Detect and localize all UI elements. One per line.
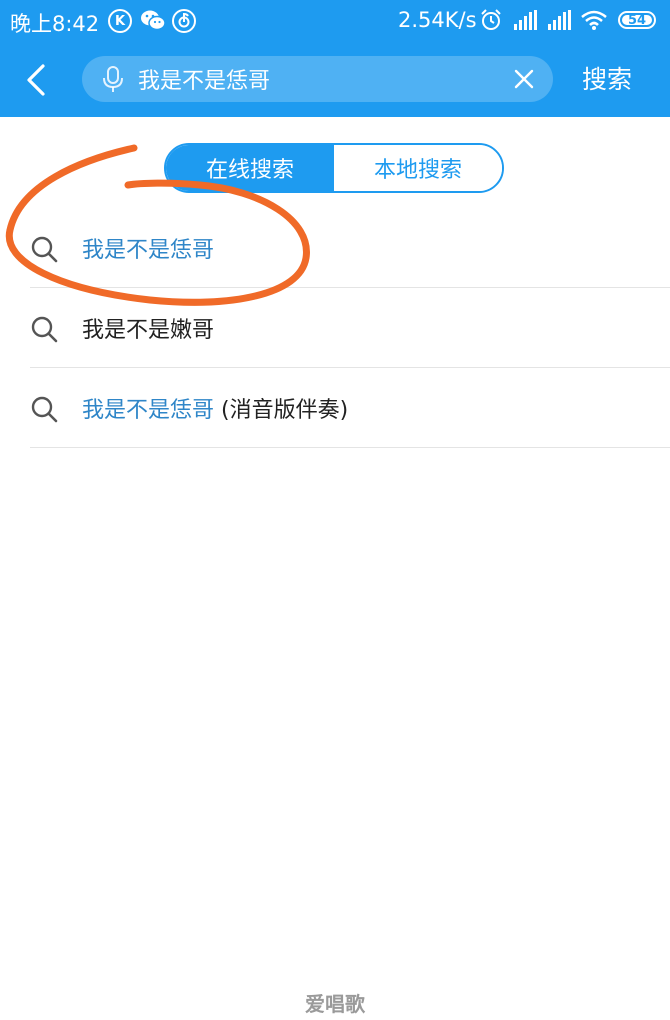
search-button[interactable]: 搜索 [582,60,632,100]
chevron-left-icon [27,64,45,96]
signal-icon [514,10,537,30]
search-scope-tabs: 在线搜索 本地搜索 [164,143,504,193]
search-box [82,56,553,102]
top-app-bar: 晚上8:42 K 2.54K/s 54 我是不是恁哥 搜索 [0,0,670,117]
divider [30,447,670,448]
list-item[interactable]: 我是不是恁哥 [0,208,670,288]
list-item[interactable]: 我是不是恁哥 (消音版伴奏) [0,368,670,448]
mic-icon[interactable] [100,65,126,93]
battery-level: 54 [627,12,647,28]
list-item[interactable]: 我是不是嫩哥 [0,288,670,368]
rest-text: (消音版伴奏) [214,398,349,423]
search-icon [31,236,58,263]
list-item-label: 我是不是嫩哥 [82,312,214,344]
netease-music-icon [172,9,196,33]
wifi-icon [581,10,607,30]
wechat-icon [141,10,166,31]
status-bar: 晚上8:42 K 2.54K/s 54 [0,0,670,42]
search-suggestion-list: 我是不是恁哥 我是不是嫩哥 我是不是恁哥 (消音版伴奏) [0,208,670,448]
rest-text: 我是不是嫩哥 [82,318,215,343]
status-time: 晚上8:42 [10,12,100,36]
network-speed: 2.54K/s [398,8,477,32]
list-item-label: 我是不是恁哥 [82,232,214,264]
list-item-label: 我是不是恁哥 (消音版伴奏) [82,392,348,424]
battery-icon: 54 [618,11,656,29]
tab-local-search[interactable]: 本地搜索 [334,145,502,191]
signal-icon-2 [548,10,571,30]
watermark: 爱唱歌 [305,992,365,1016]
tab-online-search[interactable]: 在线搜索 [166,145,334,191]
close-icon[interactable] [513,68,535,90]
match-text: 我是不是恁哥 [82,238,215,263]
search-input[interactable] [138,56,498,102]
k-app-icon: K [108,9,132,33]
match-text: 我是不是恁哥 [82,398,215,423]
back-button[interactable] [14,56,58,104]
search-icon [31,396,58,423]
alarm-icon [481,9,501,30]
search-icon [31,316,58,343]
